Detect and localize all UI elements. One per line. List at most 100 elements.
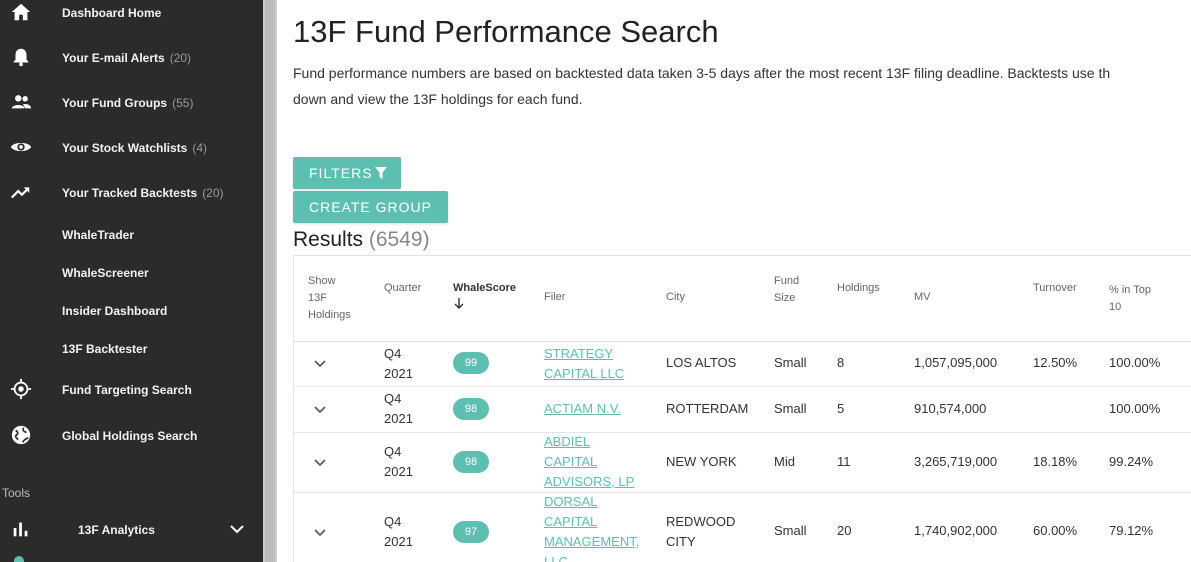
header-whalescore[interactable]: WhaleScore [453, 282, 516, 312]
people-icon [11, 95, 32, 109]
row-divider [294, 386, 1191, 387]
whalescore-badge: 99 [453, 352, 489, 374]
cell-top10: 100.00% [1109, 355, 1161, 370]
sidebar-item-label: WhaleScreener [62, 266, 149, 280]
filter-icon [375, 167, 387, 179]
filters-button-label: FILTERS [309, 165, 373, 181]
results-count: (6549) [368, 228, 430, 251]
sidebar-item-label: Your Tracked Backtests [62, 186, 198, 200]
cell-city: REDWOOD CITY [666, 514, 736, 549]
cell-holdings: 20 [837, 523, 852, 538]
sidebar-item-label: Dashboard Home [62, 6, 162, 20]
cell-city: ROTTERDAM [666, 401, 749, 416]
expand-chevron-icon[interactable] [313, 528, 327, 538]
cell-mv: 1,740,902,000 [914, 523, 998, 538]
sidebar-item-fund-targeting-search[interactable]: Fund Targeting Search [0, 373, 263, 407]
sidebar-item-tracked-backtests[interactable]: Your Tracked Backtests (20) [0, 176, 263, 210]
globe-icon [11, 425, 31, 445]
cell-fund-size: Small [774, 523, 807, 538]
row-divider [294, 492, 1191, 493]
sidebar-item-13f-analytics[interactable]: 13F Analytics [0, 513, 263, 547]
sidebar-item-count: (20) [202, 186, 224, 200]
cell-fund-size: Mid [774, 454, 795, 469]
arrow-down-icon [454, 298, 464, 309]
sidebar-item-whalescreener[interactable]: WhaleScreener [0, 256, 263, 290]
header-filer[interactable]: Filer [544, 291, 565, 303]
expand-chevron-icon[interactable] [313, 359, 327, 369]
header-city[interactable]: City [666, 291, 685, 303]
sidebar-item-insider-dashboard[interactable]: Insider Dashboard [0, 294, 263, 328]
sidebar-item-count: (4) [192, 141, 208, 155]
cell-holdings: 5 [837, 401, 845, 416]
sidebar-item-label: Insider Dashboard [62, 304, 168, 318]
create-group-button[interactable]: CREATE GROUP [293, 191, 448, 223]
sidebar-item-count: (20) [169, 51, 192, 65]
cell-mv: 1,057,095,000 [914, 355, 998, 370]
description-line: down and view the 13F holdings for each … [293, 91, 583, 107]
sidebar-item-global-holdings-search[interactable]: Global Holdings Search [0, 419, 263, 453]
cell-filer[interactable]: STRATEGY CAPITAL LLC [544, 344, 624, 384]
results-label: Results [293, 228, 364, 251]
header-quarter[interactable]: Quarter [384, 282, 421, 294]
cell-turnover: 60.00% [1033, 523, 1078, 538]
cell-city: LOS ALTOS [666, 355, 737, 370]
sidebar-item-stock-watchlists[interactable]: Your Stock Watchlists (4) [0, 131, 263, 165]
cell-holdings: 8 [837, 355, 845, 370]
header-fund-size[interactable]: Fund Size [774, 273, 799, 307]
cell-quarter: Q4 2021 [384, 514, 413, 549]
sidebar: Dashboard Home Your E-mail Alerts (20) Yo… [0, 0, 263, 562]
cell-top10: 79.12% [1109, 523, 1154, 538]
description-line: Fund performance numbers are based on ba… [293, 65, 1111, 81]
sidebar-item-email-alerts[interactable]: Your E-mail Alerts (20) [0, 41, 263, 75]
sidebar-item-fund-groups[interactable]: Your Fund Groups (55) [0, 86, 263, 120]
cell-filer[interactable]: DORSAL CAPITAL MANAGEMENT, LLC [544, 492, 639, 562]
target-icon [10, 378, 32, 400]
row-divider [294, 432, 1191, 433]
scrollbar-thumb[interactable] [265, 0, 275, 562]
cell-filer[interactable]: ABDIEL CAPITAL ADVISORS, LP [544, 432, 634, 492]
sidebar-item-label: 13F Backtester [62, 342, 148, 356]
cell-mv: 910,574,000 [914, 401, 987, 416]
expand-chevron-icon[interactable] [313, 405, 327, 415]
sidebar-scrollbar[interactable] [263, 0, 277, 562]
header-divider [294, 341, 1191, 342]
page-description: Fund performance numbers are based on ba… [293, 60, 1191, 112]
bar-chart-icon [13, 522, 28, 537]
main-content: 13F Fund Performance Search Fund perform… [277, 0, 1191, 562]
header-holdings[interactable]: Holdings [837, 282, 880, 294]
cell-turnover: 18.18% [1033, 454, 1078, 469]
expand-chevron-icon[interactable] [313, 458, 327, 468]
cell-quarter: Q4 2021 [384, 346, 413, 381]
header-top10[interactable]: % in Top 10 [1109, 282, 1151, 316]
eye-icon [10, 142, 32, 152]
sidebar-item-count: (55) [172, 96, 194, 110]
cell-top10: 99.24% [1109, 454, 1154, 469]
header-turnover[interactable]: Turnover [1033, 282, 1077, 294]
whalescore-badge: 98 [453, 398, 489, 420]
sidebar-item-label: WhaleTrader [62, 228, 135, 242]
header-mv[interactable]: MV [914, 291, 931, 303]
cell-fund-size: Small [774, 355, 807, 370]
tools-section-label: Tools [2, 486, 31, 500]
whalescore-badge: 97 [453, 521, 489, 543]
sidebar-item-label: 13F Analytics [78, 523, 155, 537]
sidebar-item-whaletrader[interactable]: WhaleTrader [0, 218, 263, 252]
home-icon [11, 3, 31, 21]
sidebar-item-label: Fund Targeting Search [62, 383, 192, 397]
header-show-holdings[interactable]: Show 13F Holdings [308, 273, 351, 324]
sidebar-item-dashboard-home[interactable]: Dashboard Home [0, 0, 263, 30]
chevron-down-icon [230, 525, 244, 534]
sidebar-item-label: Global Holdings Search [62, 429, 198, 443]
bell-icon [13, 48, 29, 67]
cell-fund-size: Small [774, 401, 807, 416]
filters-button[interactable]: FILTERS [293, 157, 401, 189]
sidebar-item-13f-backtester[interactable]: 13F Backtester [0, 332, 263, 366]
cell-mv: 3,265,719,000 [914, 454, 998, 469]
cell-holdings: 11 [837, 454, 851, 469]
cell-top10: 100.00% [1109, 401, 1161, 416]
sidebar-indicator [14, 556, 24, 562]
results-heading: Results (6549) [293, 228, 430, 252]
trending-up-icon [11, 187, 30, 199]
cell-filer[interactable]: ACTIAM N.V. [544, 399, 621, 419]
sidebar-item-label: Your Fund Groups [62, 96, 168, 110]
